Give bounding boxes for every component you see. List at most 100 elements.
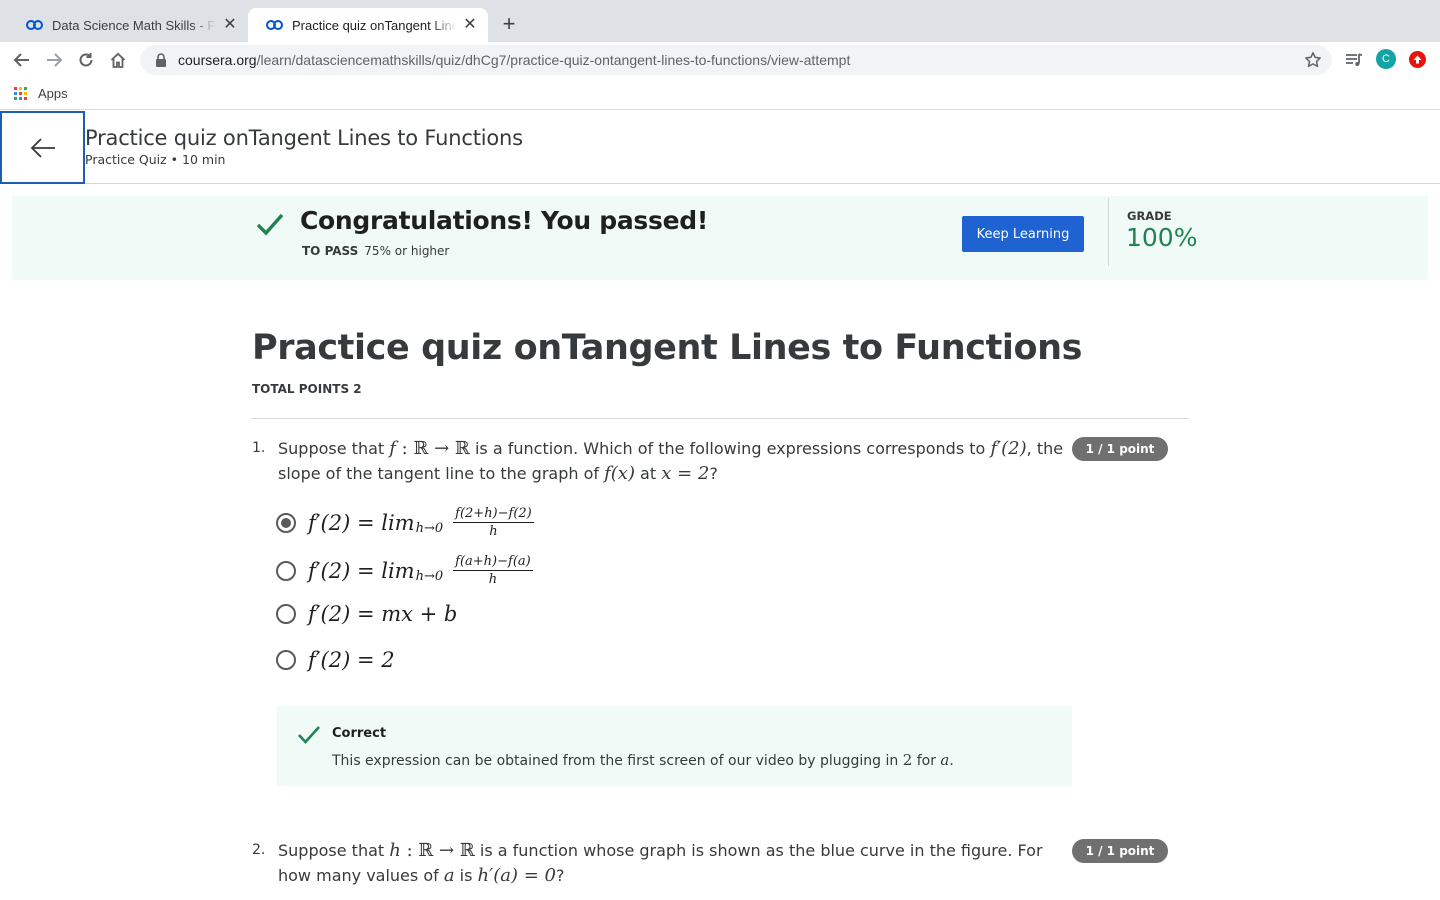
math-run: f′(2) bbox=[990, 438, 1027, 459]
math-run: h bbox=[389, 840, 401, 861]
radio-button[interactable] bbox=[276, 560, 296, 581]
option-lhs: f′(2) = lim bbox=[308, 510, 415, 535]
tab-title: Practice quiz onTangent Lines t bbox=[292, 17, 456, 33]
fraction: f(a+h)−f(a) h bbox=[453, 554, 533, 587]
to-pass-value: 75% or higher bbox=[364, 244, 450, 258]
text-run: at bbox=[634, 464, 662, 483]
coursera-favicon-icon bbox=[266, 20, 284, 30]
checkmark-icon bbox=[298, 726, 320, 744]
math-run: : bbox=[395, 438, 414, 459]
text-run: is a function. Which of the following ex… bbox=[469, 439, 991, 458]
divider bbox=[1108, 198, 1109, 266]
header-title: Practice quiz onTangent Lines to Functio… bbox=[85, 126, 523, 150]
radio-button[interactable] bbox=[276, 650, 296, 670]
browser-tab-active[interactable]: Practice quiz onTangent Lines t ✕ bbox=[248, 8, 488, 42]
answer-option[interactable]: f′(2) = mx + b bbox=[276, 602, 457, 626]
fraction: f(2+h)−f(2) h bbox=[453, 506, 534, 539]
feedback-text: This expression can be obtained from the… bbox=[332, 751, 954, 769]
question-number: 1. bbox=[252, 440, 266, 456]
fraction-denominator: h bbox=[489, 524, 498, 539]
close-tab-icon[interactable]: ✕ bbox=[462, 17, 478, 33]
answer-option[interactable]: f′(2) = lim h→0 f(a+h)−f(a) h bbox=[276, 554, 533, 587]
option-expression: f′(2) = lim h→0 f(a+h)−f(a) h bbox=[308, 554, 533, 587]
to-pass-label: TO PASS bbox=[302, 244, 359, 258]
question-text: Suppose that f : ℝ → ℝ is a function. Wh… bbox=[278, 436, 1078, 486]
answer-feedback: Correct This expression can be obtained … bbox=[277, 706, 1072, 786]
math-run: ℝ → ℝ bbox=[418, 840, 475, 861]
grade-label: GRADE bbox=[1127, 209, 1172, 223]
to-pass-info: TO PASS 75% or higher bbox=[302, 244, 449, 258]
browser-tab[interactable]: Data Science Math Skills - Fun ✕ bbox=[8, 8, 248, 42]
home-icon[interactable] bbox=[106, 48, 130, 72]
divider bbox=[252, 418, 1188, 419]
url-text: coursera.org/learn/datasciencemathskills… bbox=[178, 52, 850, 68]
text-run: ? bbox=[709, 464, 718, 483]
math-run: f(x) bbox=[604, 463, 635, 484]
math-run: ℝ → ℝ bbox=[413, 438, 470, 459]
feedback-title: Correct bbox=[332, 726, 387, 741]
back-button[interactable] bbox=[0, 111, 85, 184]
back-arrow-icon[interactable] bbox=[10, 48, 34, 72]
browser-tab-strip: Data Science Math Skills - Fun ✕ Practic… bbox=[0, 0, 1440, 42]
checkmark-icon bbox=[256, 213, 284, 236]
math-run: h′(a) = 0 bbox=[477, 865, 556, 886]
answer-option[interactable]: f′(2) = lim h→0 f(2+h)−f(2) h bbox=[276, 506, 534, 539]
text-run: for bbox=[912, 753, 941, 769]
radio-button-selected[interactable] bbox=[276, 512, 296, 533]
text-run: is bbox=[454, 866, 478, 885]
math-run: f bbox=[389, 438, 396, 459]
math-run: 2 bbox=[902, 751, 913, 769]
radio-button[interactable] bbox=[276, 604, 296, 624]
option-expression: f′(2) = 2 bbox=[308, 648, 395, 672]
question-text: Suppose that h : ℝ → ℝ is a function who… bbox=[278, 838, 1078, 888]
total-points: TOTAL POINTS 2 bbox=[252, 382, 362, 396]
lock-icon bbox=[154, 53, 168, 67]
limit-subscript: h→0 bbox=[415, 521, 444, 536]
bookmark-star-icon[interactable] bbox=[1304, 51, 1322, 69]
new-tab-button[interactable]: + bbox=[498, 13, 520, 35]
quiz-header: Practice quiz onTangent Lines to Functio… bbox=[0, 111, 1440, 184]
text-run: Suppose that bbox=[278, 439, 390, 458]
left-arrow-icon bbox=[30, 137, 55, 158]
math-run: a bbox=[443, 865, 455, 886]
option-expression: f′(2) = mx + b bbox=[308, 602, 457, 626]
text-run: . bbox=[949, 753, 954, 769]
math-run: x = 2 bbox=[661, 463, 710, 484]
update-available-icon[interactable] bbox=[1409, 51, 1426, 68]
reload-icon[interactable] bbox=[74, 48, 98, 72]
bookmarks-bar: Apps bbox=[0, 78, 1440, 110]
text-run: This expression can be obtained from the… bbox=[332, 753, 903, 769]
option-expression: f′(2) = lim h→0 f(2+h)−f(2) h bbox=[308, 506, 534, 539]
forward-arrow-icon[interactable] bbox=[42, 48, 66, 72]
browser-toolbar: coursera.org/learn/datasciencemathskills… bbox=[0, 42, 1440, 78]
result-banner: Congratulations! You passed! TO PASS 75% … bbox=[12, 196, 1428, 280]
coursera-favicon-icon bbox=[26, 20, 44, 30]
points-badge: 1 / 1 point bbox=[1072, 839, 1168, 863]
media-queue-icon[interactable] bbox=[1344, 50, 1364, 70]
pass-message: Congratulations! You passed! bbox=[300, 206, 708, 235]
points-badge: 1 / 1 point bbox=[1072, 437, 1168, 461]
answer-option[interactable]: f′(2) = 2 bbox=[276, 648, 395, 672]
quiz-title: Practice quiz onTangent Lines to Functio… bbox=[252, 328, 1083, 368]
apps-label: Apps bbox=[38, 86, 68, 101]
url-path: /learn/datasciencemathskills/quiz/dhCg7/… bbox=[256, 52, 851, 68]
url-host: coursera.org bbox=[178, 52, 257, 68]
text-run: ? bbox=[555, 866, 565, 885]
option-lhs: f′(2) = 2 bbox=[308, 648, 395, 672]
keep-learning-button[interactable]: Keep Learning bbox=[962, 216, 1084, 252]
close-tab-icon[interactable]: ✕ bbox=[222, 17, 238, 33]
header-subtitle: Practice Quiz • 10 min bbox=[85, 152, 226, 167]
text-run: Suppose that bbox=[278, 841, 390, 860]
address-bar[interactable]: coursera.org/learn/datasciencemathskills… bbox=[140, 45, 1332, 75]
math-run: : bbox=[400, 840, 419, 861]
tab-title: Data Science Math Skills - Fun bbox=[52, 17, 216, 33]
apps-bookmark[interactable]: Apps bbox=[14, 86, 68, 101]
fraction-numerator: f(2+h)−f(2) bbox=[453, 506, 534, 523]
profile-avatar[interactable]: C bbox=[1376, 49, 1396, 69]
limit-subscript: h→0 bbox=[415, 569, 444, 584]
question-number: 2. bbox=[252, 842, 266, 858]
grade-value: 100% bbox=[1126, 223, 1198, 252]
fraction-numerator: f(a+h)−f(a) bbox=[453, 554, 533, 571]
apps-grid-icon bbox=[14, 86, 28, 101]
option-lhs: f′(2) = lim bbox=[308, 558, 415, 583]
